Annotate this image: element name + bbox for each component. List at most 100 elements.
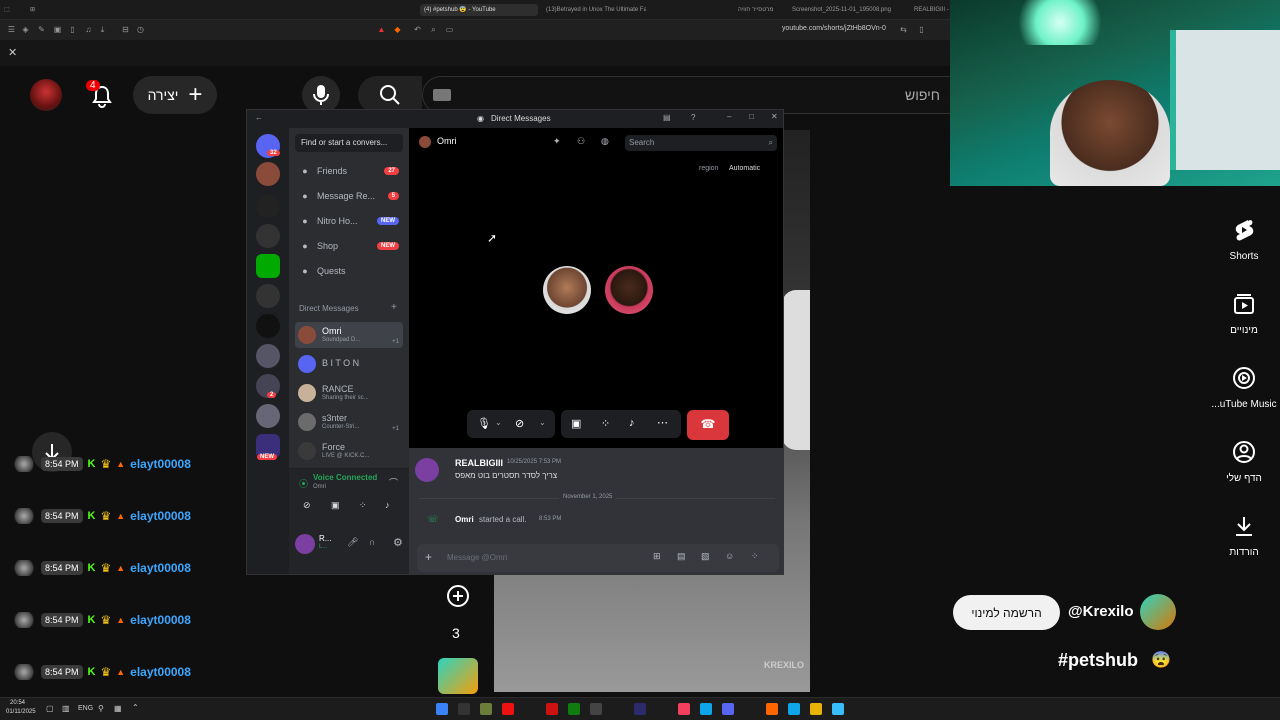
emoji-icon[interactable]: ☺	[725, 551, 734, 561]
chat-username[interactable]: elayt00008	[130, 613, 191, 627]
chat-username[interactable]: elayt00008	[130, 561, 191, 575]
wifi-icon[interactable]: ▥	[62, 704, 70, 713]
participant-avatar-1[interactable]	[543, 266, 591, 314]
settings-gear-icon[interactable]: ⚙	[393, 536, 403, 549]
download-icon[interactable]: ⤓	[97, 24, 108, 35]
add-friend-icon[interactable]: ⚇	[577, 136, 585, 147]
apps-icon[interactable]: ⁘	[751, 551, 759, 562]
camera-off-icon[interactable]: ⊘	[515, 417, 524, 430]
call-log-user[interactable]: Omri	[455, 515, 474, 524]
notes-app-icon[interactable]	[480, 703, 492, 715]
screenshot-icon[interactable]: ▣	[52, 24, 63, 35]
dm-item[interactable]: Force LIVE @ KICK.C...	[295, 438, 403, 464]
microphone-icon[interactable]: 🎤︎	[347, 537, 358, 548]
clock-icon[interactable]: ◷	[135, 24, 146, 35]
chevron-down-icon[interactable]: ⌄	[539, 418, 546, 427]
split-icon[interactable]: ⊟	[120, 24, 131, 35]
dm-search-input[interactable]: Search ⌕	[625, 135, 777, 151]
attach-plus-icon[interactable]: +	[425, 550, 432, 564]
subscribe-button[interactable]: הרשמה למינוי	[953, 595, 1060, 630]
nav-item-quests[interactable]: ● Quests	[299, 262, 399, 280]
brave-shield-icon[interactable]: ◆	[392, 24, 403, 35]
region-select[interactable]: Automatic	[729, 165, 760, 172]
create-button[interactable]: יצירה +	[133, 76, 217, 114]
chat-username[interactable]: elayt00008	[130, 509, 191, 523]
profile-toggle-icon[interactable]: ◍	[601, 136, 609, 147]
window-menu-icon[interactable]: ⬚	[4, 4, 10, 16]
user-avatar[interactable]	[295, 534, 315, 554]
nav-subscriptions[interactable]: מינויים	[1214, 292, 1274, 336]
mic-tray-icon[interactable]: ⚲	[98, 704, 104, 713]
soundboard-icon[interactable]: ♪	[629, 417, 635, 429]
dm-item[interactable]: RANCE Sharing their sc...	[295, 380, 403, 406]
help-icon[interactable]: ?	[691, 113, 695, 122]
maximize-icon[interactable]: □	[749, 112, 754, 121]
close-icon[interactable]: ✕	[8, 46, 17, 59]
window-icon[interactable]: ▭	[444, 24, 455, 35]
start-icon[interactable]	[832, 703, 844, 715]
notification-center-icon[interactable]: ▢	[46, 704, 54, 713]
reload-icon[interactable]: ⇆	[898, 24, 909, 35]
pin-icon[interactable]: ✦	[553, 136, 561, 147]
chat-avatar[interactable]	[12, 664, 36, 680]
tray-icon[interactable]: ▦	[114, 704, 122, 713]
tab-actions-icon[interactable]: ⊞	[30, 4, 35, 16]
chat-username[interactable]: elayt00008	[130, 457, 191, 471]
explorer-app-icon[interactable]	[810, 703, 822, 715]
nav-item-nitro-ho-[interactable]: ● Nitro Ho... NEW	[299, 212, 399, 230]
channel-avatar[interactable]	[1140, 594, 1176, 630]
message-avatar[interactable]	[415, 458, 439, 482]
server-dark[interactable]	[256, 314, 280, 338]
activities-icon[interactable]: ⁘	[359, 500, 367, 511]
server-group[interactable]	[256, 344, 280, 368]
search-icon[interactable]: ⌕	[428, 24, 439, 35]
server-avatar[interactable]	[256, 162, 280, 186]
minimize-icon[interactable]: –	[727, 112, 731, 121]
headset-icon[interactable]: ∩	[369, 537, 375, 547]
chat-avatar[interactable]	[12, 456, 36, 472]
itunes-app-icon[interactable]	[678, 703, 690, 715]
hang-up-button[interactable]: ☎	[687, 410, 729, 440]
nav-youtube-music[interactable]: ...uTube Music	[1208, 366, 1280, 410]
server-shield[interactable]	[256, 284, 280, 308]
back-icon[interactable]: ↶	[412, 24, 423, 35]
tab-betrayed[interactable]: (13)Betrayed in Unox The Ultimate Fa	[546, 4, 646, 16]
message-input[interactable]: + Message @Omri ⊞ ▤ ▧ ☺ ⁘	[417, 544, 779, 572]
dm-item[interactable]: Omri Soundpad D... +1	[295, 322, 403, 348]
premiere-app-icon[interactable]	[634, 703, 646, 715]
mail-app-icon[interactable]	[700, 703, 712, 715]
screen-share-icon[interactable]: ▣	[571, 417, 581, 430]
chevron-down-icon[interactable]: ⌄	[495, 418, 502, 427]
tab-realbigiii[interactable]: REALBIGIII -	[914, 4, 950, 16]
hashtag-title[interactable]: #petshub	[1058, 650, 1138, 671]
disconnect-icon[interactable]: ⌒	[389, 476, 398, 489]
chat-username[interactable]: elayt00008	[130, 665, 191, 679]
xbox-app-icon[interactable]	[568, 703, 580, 715]
keyboard-icon[interactable]	[433, 89, 451, 101]
address-bar[interactable]: youtube.com/shorts/jZtHb8OVn-0	[782, 25, 886, 32]
language-indicator[interactable]: ENG	[78, 705, 93, 712]
notifications-button[interactable]: 4	[86, 80, 116, 110]
channel-name[interactable]: @Krexilo	[1068, 603, 1133, 620]
bookmark-icon[interactable]: ▯	[916, 24, 927, 35]
dm-item[interactable]: s3nter Counter-Stri... +1	[295, 409, 403, 435]
gif-icon[interactable]: ▤	[677, 551, 686, 562]
voice-status[interactable]: Voice Connected	[313, 473, 377, 482]
music-icon[interactable]: ♫	[83, 24, 94, 35]
edge-app-icon[interactable]	[788, 703, 800, 715]
participant-avatar-2[interactable]	[605, 266, 653, 314]
sound-thumbnail[interactable]	[438, 658, 478, 694]
obs-app-icon[interactable]	[590, 703, 602, 715]
nav-profile[interactable]: הדף שלי	[1214, 440, 1274, 484]
pdf-app-icon[interactable]	[546, 703, 558, 715]
tab-youtube[interactable]: (4) #petshub 😨 - YouTube	[420, 4, 538, 16]
more-options-icon[interactable]: ⋯	[657, 416, 668, 429]
nav-item-message-re-[interactable]: ● Message Re... 5	[299, 187, 399, 205]
add-dm-icon[interactable]: +	[391, 302, 397, 313]
back-arrow-icon[interactable]: ←	[255, 113, 263, 122]
server-rocket[interactable]	[256, 224, 280, 248]
tray-pin-icon[interactable]	[436, 703, 448, 715]
shield-icon[interactable]: ◈	[20, 24, 31, 35]
kick-app-icon[interactable]	[458, 703, 470, 715]
chat-avatar[interactable]	[12, 508, 36, 524]
